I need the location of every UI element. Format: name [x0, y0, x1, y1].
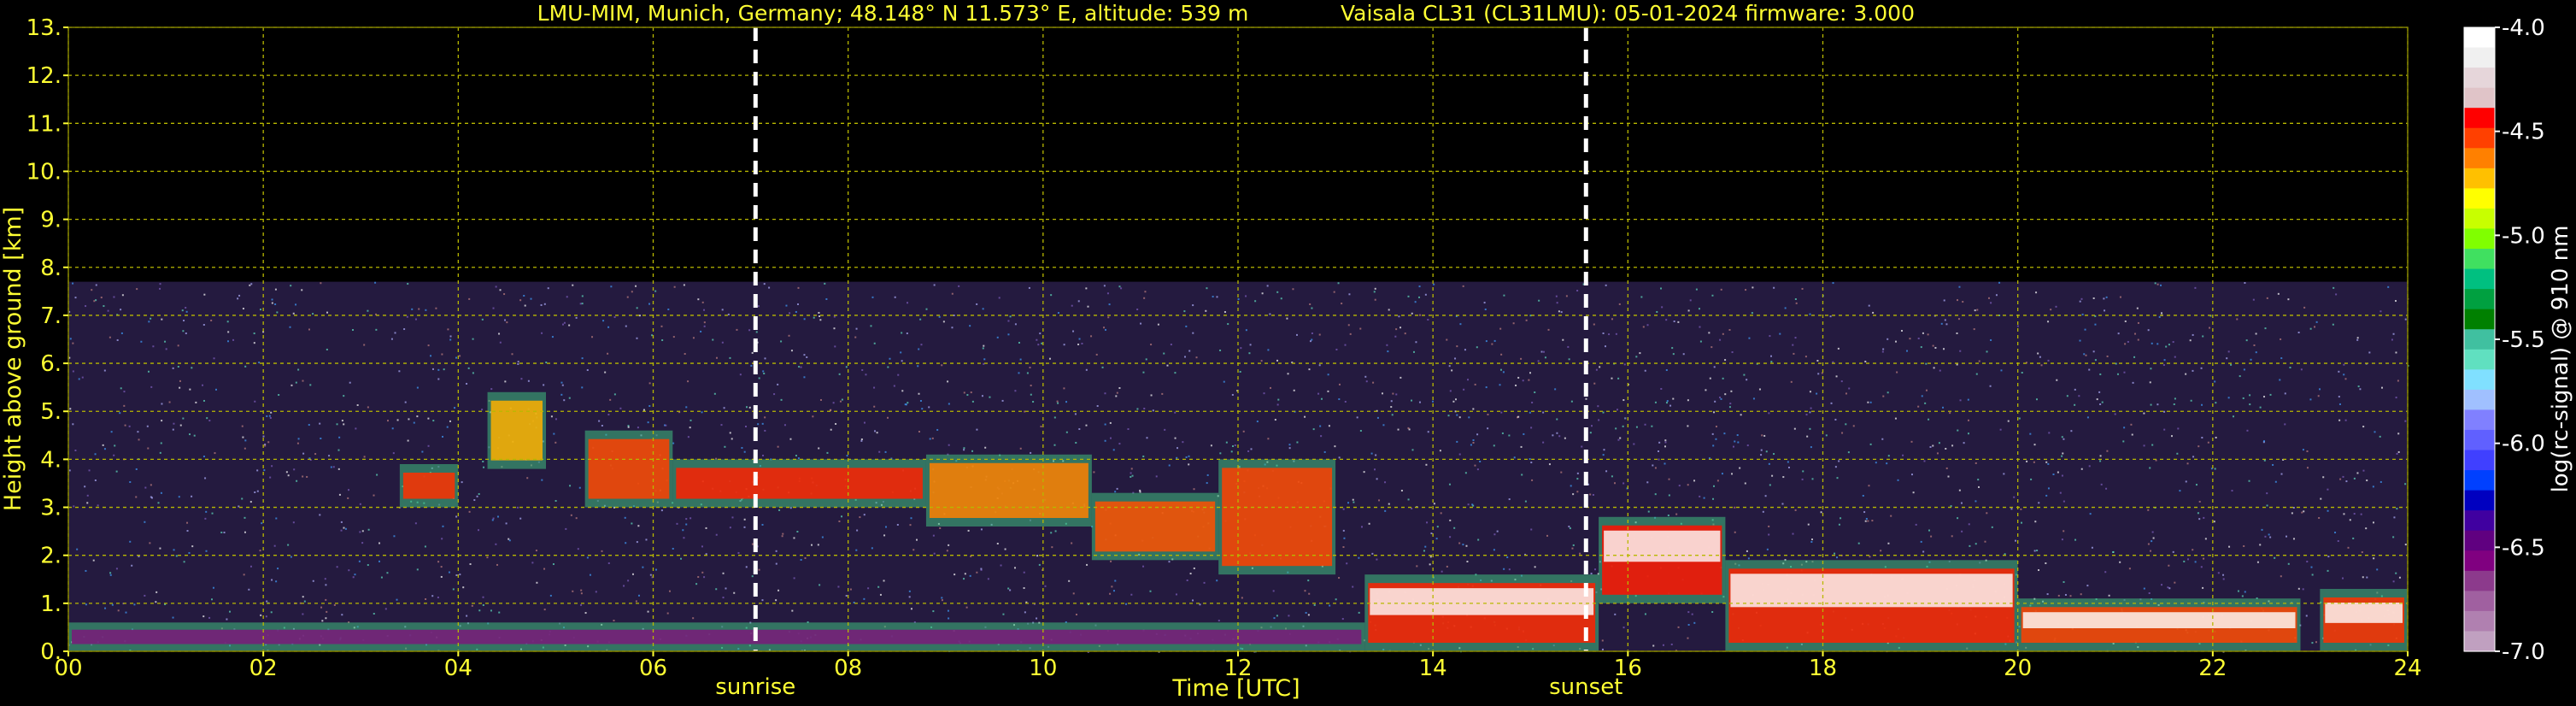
aerosol-layer	[490, 400, 543, 461]
colorbar-segment	[2464, 570, 2495, 591]
colorbar-segment	[2464, 369, 2495, 391]
y-tick-label: 13.	[26, 15, 62, 41]
chart-title-left: LMU-MIM, Munich, Germany; 48.148° N 11.5…	[537, 1, 1249, 26]
aerosol-layer	[1222, 468, 1333, 567]
colorbar-segment	[2464, 289, 2495, 310]
boundary-layer-core	[1730, 574, 2013, 608]
y-tick-label: 4.	[40, 447, 62, 473]
colorbar-segment	[2464, 631, 2495, 652]
boundary-layer-core	[2022, 612, 2296, 629]
y-tick-label: 9.	[40, 208, 62, 233]
colorbar-segment	[2464, 208, 2495, 230]
colorbar-segment	[2464, 148, 2495, 169]
colorbar-segment	[2464, 249, 2495, 270]
y-tick-label: 12.	[26, 63, 62, 89]
colorbar-segment	[2464, 470, 2495, 491]
colorbar-tick-label: -5.0	[2502, 223, 2545, 249]
y-tick-label: 5.	[40, 399, 62, 425]
y-tick-label: 10.	[26, 159, 62, 185]
aerosol-layer	[402, 473, 455, 499]
y-axis-label: Height above ground [km]	[0, 207, 26, 511]
surface-layer	[72, 629, 1362, 644]
x-tick-label: 04	[444, 656, 472, 681]
colorbar-label: log(rc-signal) @ 910 nm	[2548, 226, 2573, 493]
colorbar-segment	[2464, 87, 2495, 109]
x-tick-label: 22	[2198, 656, 2227, 681]
y-tick-label: 11.	[26, 111, 62, 137]
chart-svg: sunrise sunset 00 02 04 06 08 10 12 14 16 18 20 22 24…	[0, 1, 2573, 702]
x-tick-label: 24	[2393, 656, 2421, 681]
colorbar-segment	[2464, 389, 2495, 411]
colorbar-segment	[2464, 610, 2495, 632]
colorbar-segment	[2464, 268, 2495, 290]
y-tick-label: 1.	[40, 591, 62, 617]
colorbar-segment	[2464, 47, 2495, 68]
colorbar-segment	[2464, 490, 2495, 511]
x-tick-label: 02	[249, 656, 278, 681]
y-tick-label: 3.	[40, 496, 62, 521]
backscatter-field	[68, 27, 2409, 653]
colorbar: -4.0 -4.5 -5.0 -5.5 -6.0 -6.5 -7.0	[2463, 15, 2545, 665]
colorbar-segment	[2464, 409, 2495, 431]
y-tick-label: 7.	[40, 303, 62, 329]
colorbar-segment	[2464, 68, 2495, 89]
colorbar-segment	[2464, 168, 2495, 189]
y-tick-label: 0.	[40, 639, 62, 665]
colorbar-segment	[2464, 530, 2495, 551]
y-tick-label: 8.	[40, 256, 62, 281]
colorbar-segment	[2464, 510, 2495, 532]
colorbar-segment	[2464, 228, 2495, 250]
sunset-label: sunset	[1549, 674, 1622, 700]
colorbar-segment	[2464, 591, 2495, 612]
colorbar-segment	[2464, 329, 2495, 350]
boundary-layer-core	[2325, 603, 2403, 623]
x-tick-label: 06	[639, 656, 667, 681]
colorbar-segment	[2464, 550, 2495, 572]
colorbar-tick-label: -6.5	[2502, 535, 2545, 561]
colorbar-segment	[2464, 450, 2495, 471]
y-tick-label: 2.	[40, 544, 62, 569]
ceilometer-plot: sunrise sunset 00 02 04 06 08 10 12 14 16 18 20 22 24…	[0, 0, 2576, 706]
colorbar-segment	[2464, 429, 2495, 451]
x-tick-label: 08	[834, 656, 862, 681]
colorbar-tick-label: -7.0	[2502, 639, 2545, 665]
chart-title-right: Vaisala CL31 (CL31LMU): 05-01-2024 firmw…	[1341, 1, 1915, 26]
colorbar-segment	[2464, 108, 2495, 129]
x-tick-label: 16	[1614, 656, 1642, 681]
x-tick-label: 20	[2004, 656, 2032, 681]
colorbar-segment	[2464, 27, 2495, 49]
colorbar-segment	[2464, 188, 2495, 209]
colorbar-segment	[2464, 127, 2495, 149]
sunrise-label: sunrise	[715, 674, 795, 700]
aerosol-layer	[588, 438, 670, 499]
colorbar-tick-label: -6.0	[2502, 432, 2545, 457]
x-tick-label: 18	[1809, 656, 1837, 681]
colorbar-segment	[2464, 349, 2495, 370]
boundary-layer-core	[1370, 588, 1594, 615]
colorbar-segment	[2464, 309, 2495, 330]
colorbar-tick-label: -4.0	[2502, 15, 2545, 41]
colorbar-tick-label: -5.5	[2502, 327, 2545, 353]
aerosol-layer	[676, 468, 923, 499]
colorbar-tick-label: -4.5	[2502, 120, 2545, 145]
aerosol-layer	[1094, 501, 1216, 552]
x-axis-label: Time [UTC]	[1171, 675, 1300, 702]
x-tick-label: 14	[1419, 656, 1447, 681]
boundary-layer-core	[1604, 530, 1721, 562]
y-tick-label: 6.	[40, 351, 62, 377]
x-tick-label: 10	[1029, 656, 1057, 681]
aerosol-layer	[929, 462, 1088, 518]
